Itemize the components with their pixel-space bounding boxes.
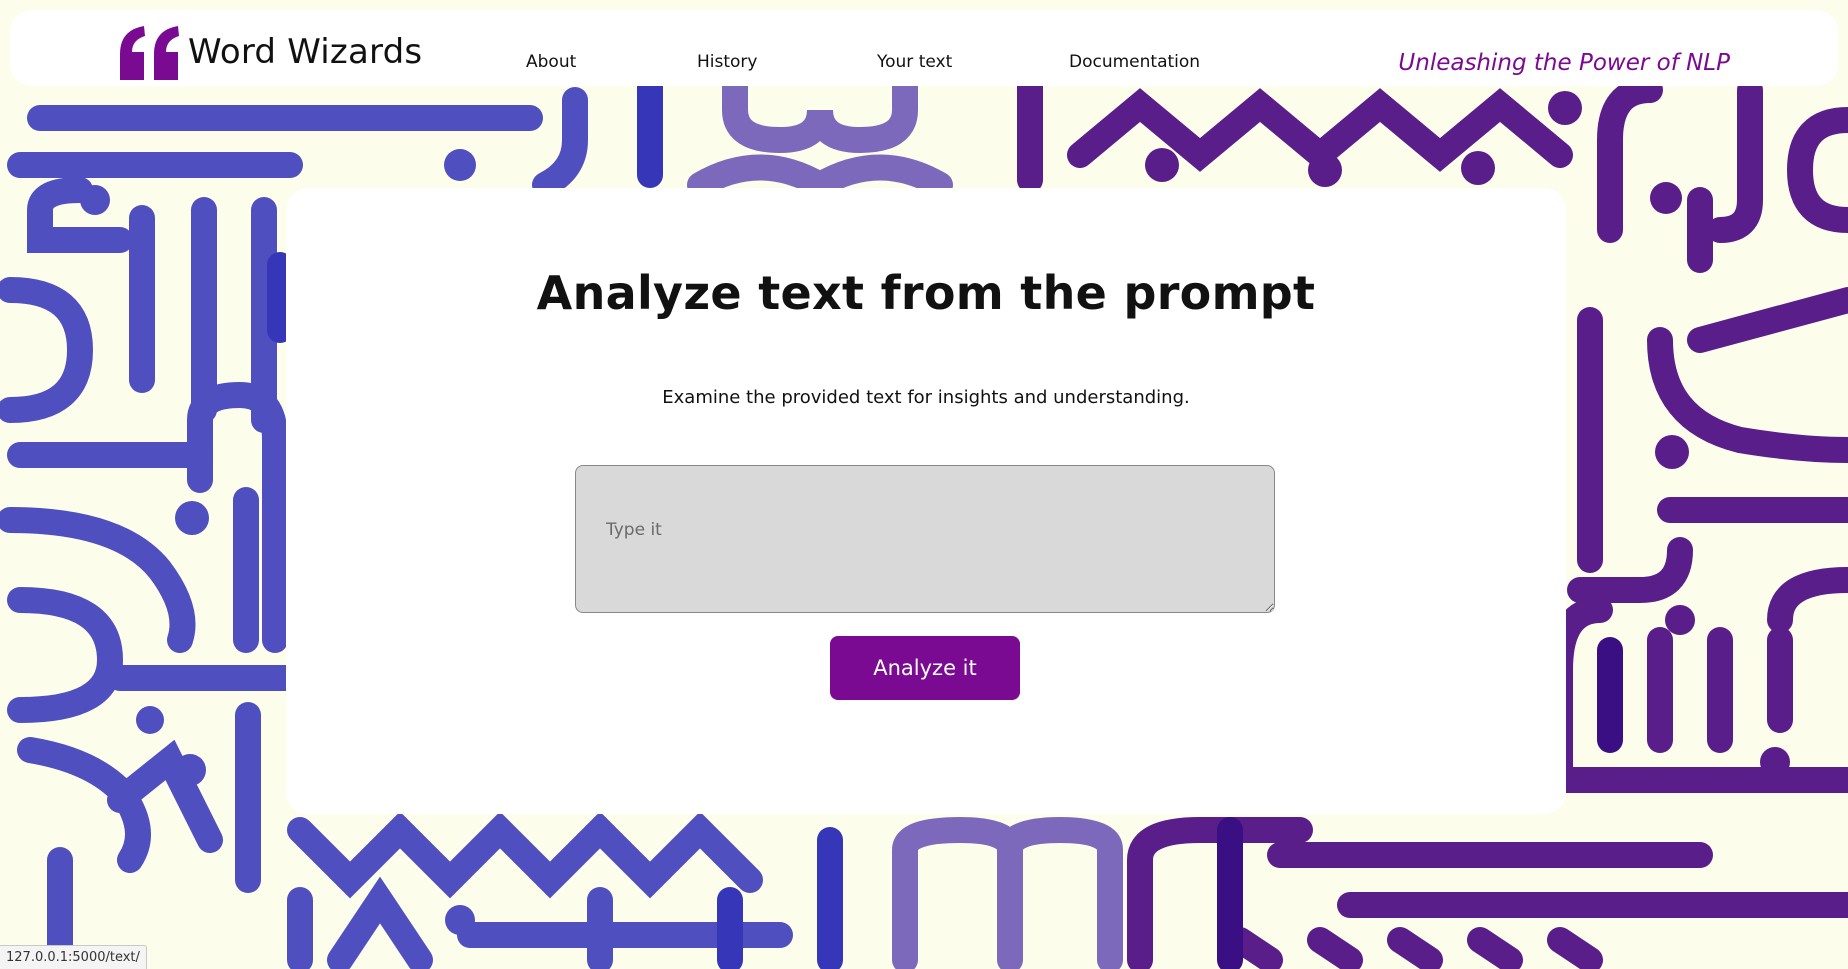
- nav-link-history[interactable]: History: [697, 52, 757, 72]
- nav-link-documentation[interactable]: Documentation: [1069, 52, 1200, 72]
- page-title: Analyze text from the prompt: [536, 266, 1316, 320]
- brand-name: Word Wizards: [188, 32, 423, 72]
- analyze-card: Analyze text from the prompt Examine the…: [286, 188, 1566, 814]
- page-subtitle: Examine the provided text for insights a…: [662, 387, 1190, 408]
- top-navbar: Word Wizards About History Your text Doc…: [10, 10, 1838, 86]
- quote-mark-icon: [118, 24, 182, 80]
- tagline: Unleashing the Power of NLP: [1398, 50, 1730, 76]
- nav-link-your-text[interactable]: Your text: [877, 52, 952, 72]
- brand[interactable]: Word Wizards: [118, 22, 422, 82]
- text-input[interactable]: [575, 465, 1275, 613]
- nav-link-about[interactable]: About: [526, 52, 576, 72]
- analyze-button[interactable]: Analyze it: [830, 636, 1020, 700]
- status-bar-url: 127.0.0.1:5000/text/: [0, 945, 147, 969]
